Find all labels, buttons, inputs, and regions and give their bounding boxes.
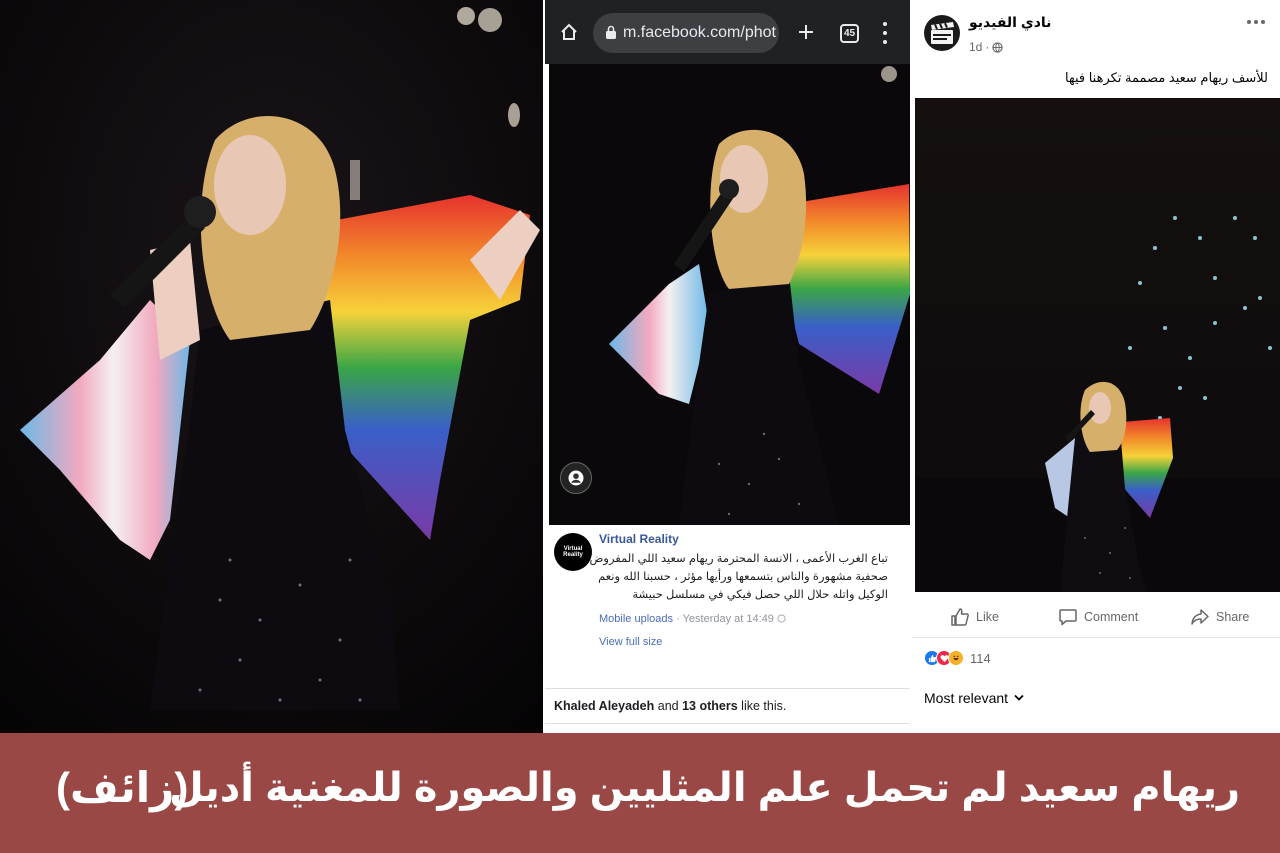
comment-button[interactable]: Comment — [1058, 606, 1138, 628]
singer-photo-medium — [549, 64, 910, 525]
clapperboard-icon — [931, 22, 954, 44]
likes-others[interactable]: 13 others — [682, 699, 738, 713]
post-timestamp: 1d · — [969, 40, 1004, 54]
post-time[interactable]: 1d — [969, 40, 982, 54]
fact-check-banner: ريهام سعيد لم تحمل علم المثليين والصورة … — [0, 733, 1280, 853]
share-button[interactable]: Share — [1190, 606, 1249, 628]
chevron-down-icon — [1014, 694, 1024, 701]
home-icon[interactable] — [555, 18, 583, 46]
comment-label: Comment — [1084, 610, 1139, 624]
reactions-summary[interactable]: 114 — [924, 650, 991, 666]
page-name[interactable]: نادي الفيديو — [969, 14, 1051, 31]
browser-toolbar: m.facebook.com/phot 45 — [545, 0, 910, 64]
globe-icon — [992, 41, 1004, 53]
lock-icon — [606, 25, 616, 39]
comment-sort-dropdown[interactable]: Most relevant — [924, 690, 1024, 706]
album-link[interactable]: Mobile uploads — [599, 613, 673, 625]
liker-name[interactable]: Khaled Aleyadeh — [554, 699, 654, 713]
verdict-label: (زائف) — [56, 764, 189, 811]
post-actions: Like Comment Share — [912, 596, 1280, 638]
likes-suffix: like this. — [741, 699, 787, 713]
more-vert-icon[interactable] — [881, 22, 889, 44]
banner-title: ريهام سعيد لم تحمل علم المثليين والصورة … — [168, 766, 1240, 810]
view-full-size-link[interactable]: View full size — [599, 636, 662, 648]
address-bar[interactable]: m.facebook.com/phot — [593, 13, 779, 53]
singer-photo-large — [0, 0, 543, 733]
profile-picture-badge-icon[interactable] — [560, 462, 592, 494]
photo-panel-left — [0, 0, 543, 733]
likes-and: and — [657, 699, 679, 713]
post-meta: Mobile uploads · Yesterday at 14:49 — [599, 613, 786, 625]
share-label: Share — [1216, 610, 1250, 624]
post-time[interactable]: Yesterday at 14:49 — [683, 613, 774, 625]
like-button[interactable]: Like — [950, 606, 999, 628]
mobile-facebook-screenshot: m.facebook.com/phot 45 Virtual Reality V… — [545, 0, 910, 733]
meta-separator: · — [676, 613, 680, 625]
like-label: Like — [976, 610, 999, 624]
share-icon — [1191, 609, 1209, 625]
tabs-icon[interactable]: 45 — [840, 24, 859, 43]
post-text: تباع الغرب الأعمى ، الانسة المحترمة ريها… — [589, 553, 889, 601]
mobile-post: Virtual Reality Virtual Reality تباع الغ… — [545, 527, 910, 733]
haha-reaction-icon — [948, 650, 964, 666]
desktop-facebook-post: نادي الفيديو 1d · للأسف ريهام سعيد مصممة… — [912, 0, 1280, 733]
likes-summary[interactable]: Khaled Aleyadeh and 13 others like this. — [545, 688, 910, 724]
thumbs-up-icon — [951, 608, 969, 626]
comment-icon — [1059, 609, 1077, 626]
audience-icon — [777, 613, 786, 625]
singer-photo-small[interactable] — [915, 98, 1280, 592]
reaction-count[interactable]: 114 — [970, 651, 991, 666]
plus-icon[interactable] — [792, 18, 820, 46]
page-avatar[interactable] — [924, 15, 960, 51]
post-author[interactable]: Virtual Reality — [599, 532, 679, 546]
url-text: m.facebook.com/phot — [623, 24, 776, 41]
sort-label: Most relevant — [924, 690, 1009, 706]
more-options-icon[interactable] — [1247, 20, 1265, 24]
post-caption: للأسف ريهام سعيد مصممة تكرهنا فيها — [1065, 70, 1268, 85]
